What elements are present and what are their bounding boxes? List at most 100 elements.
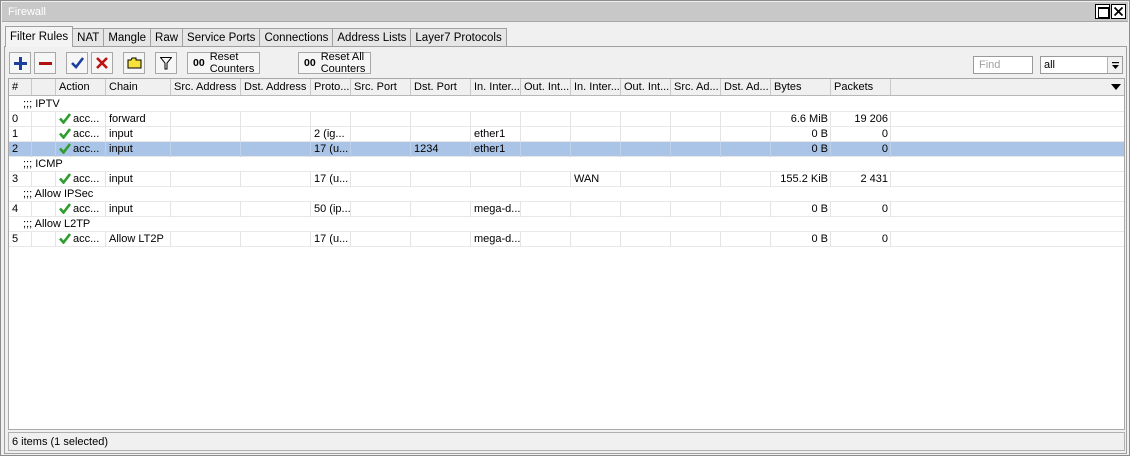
tab-filter-rules[interactable]: Filter Rules [5,26,74,47]
checkmark-icon [70,57,84,69]
cell-chain: Allow LT2P [106,232,171,247]
column-header-chain[interactable]: Chain [106,79,171,95]
cross-icon [96,57,108,69]
cell-packets: 0 [831,232,891,247]
column-header-src-address[interactable]: Src. Address [171,79,241,95]
enable-button[interactable] [66,52,88,74]
plus-icon [13,56,27,70]
tab-raw[interactable]: Raw [150,28,184,47]
column-menu-button[interactable] [1111,82,1121,94]
cell-src-port [351,127,411,142]
column-header-dst-address[interactable]: Dst. Address [241,79,311,95]
table-row[interactable]: 1 acc... input 2 (ig... ether1 0 B0 [9,127,1124,142]
column-header-protocol[interactable]: Proto... [311,79,351,95]
cell-flags [32,142,56,157]
cell-src-port [351,142,411,157]
cell-flags [32,112,56,127]
cell-in-interface-list [571,142,621,157]
tab-service-ports[interactable]: Service Ports [182,28,261,47]
column-header-src-address-list[interactable]: Src. Ad... [671,79,721,95]
cell-dst-address [241,127,311,142]
table-row[interactable]: 3 acc... input 17 (u... WAN 155.2 KiB 2 431 [9,172,1124,187]
cell-out-interface-list [621,172,671,187]
cell-src-port [351,202,411,217]
tab-bar: Filter Rules NAT Mangle Raw Service Port… [5,26,507,47]
rule-comment: ;;; Allow IPSec [23,188,94,200]
disable-button[interactable] [91,52,113,74]
tab-layer7-protocols[interactable]: Layer7 Protocols [410,28,507,47]
tab-nat[interactable]: NAT [72,28,105,47]
comment-button[interactable] [123,52,145,74]
cell-src-address [171,127,241,142]
cell-src-address [171,142,241,157]
reset-all-counters-button[interactable]: 00 Reset All Counters [298,51,372,75]
rules-table[interactable]: # Action Chain Src. Address Dst. Address Prot… [8,78,1125,430]
remove-button[interactable] [34,52,56,74]
column-header-out-interface[interactable]: Out. Int... [521,79,571,95]
comment-row[interactable]: ;;; Allow IPSec [9,187,1124,202]
cell-protocol: 2 (ig... [311,127,351,142]
select-dropdown-arrow[interactable] [1107,57,1122,73]
column-header-flags[interactable] [32,79,56,95]
close-icon [1114,7,1123,16]
tab-connections[interactable]: Connections [259,28,334,47]
rule-comment: ;;; ICMP [23,158,63,170]
firewall-window: Firewall Filter Rules NAT Mangle Raw Ser… [0,0,1130,456]
cell-flags [32,172,56,187]
column-header-bytes[interactable]: Bytes [771,79,831,95]
tab-mangle[interactable]: Mangle [103,28,152,47]
comment-row[interactable]: ;;; Allow L2TP [9,217,1124,232]
cell-number: 3 [9,172,32,187]
title-bar[interactable]: Firewall [2,2,1128,22]
cell-protocol [311,112,351,127]
cell-src-address-list [671,127,721,142]
cell-in-interface-list: WAN [571,172,621,187]
column-header-in-interface-list[interactable]: In. Inter... [571,79,621,95]
cell-dst-port [411,232,471,247]
cell-protocol: 17 (u... [311,232,351,247]
rule-comment: ;;; Allow L2TP [23,218,91,230]
column-header-in-interface[interactable]: In. Inter... [471,79,521,95]
cell-action: acc... [56,112,106,127]
column-header-dst-address-list[interactable]: Dst. Ad... [721,79,771,95]
cell-flags [32,127,56,142]
cell-bytes: 0 B [771,127,831,142]
add-button[interactable] [9,52,31,74]
table-header: # Action Chain Src. Address Dst. Address Prot… [9,79,1124,96]
cell-in-interface: mega-d... [471,232,521,247]
maximize-button[interactable] [1095,4,1110,19]
table-row[interactable]: 2 acc... input 17 (u... 1234 ether1 0 B0 [9,142,1124,157]
column-header-packets[interactable]: Packets [831,79,891,95]
cell-chain: input [106,127,171,142]
comment-icon [127,57,141,69]
tab-address-lists[interactable]: Address Lists [332,28,412,47]
comment-row[interactable]: ;;; IPTV [9,97,1124,112]
close-button[interactable] [1111,4,1126,19]
table-row[interactable]: 4 acc... input 50 (ip... mega-d... 0 B0 [9,202,1124,217]
cell-action-text: acc... [73,173,100,185]
column-header-out-interface-list[interactable]: Out. Int... [621,79,671,95]
cell-src-address [171,202,241,217]
column-header-src-port[interactable]: Src. Port [351,79,411,95]
cell-dst-address-list [721,232,771,247]
cell-number: 2 [9,142,32,157]
cell-dst-address [241,232,311,247]
accept-check-icon [59,112,71,124]
column-header-number[interactable]: # [9,79,32,95]
column-header-action[interactable]: Action [56,79,106,95]
cell-dst-port [411,172,471,187]
cell-out-interface-list [621,127,671,142]
comment-row[interactable]: ;;; ICMP [9,157,1124,172]
cell-bytes: 0 B [771,202,831,217]
cell-dst-port [411,127,471,142]
cell-action: acc... [56,232,106,247]
table-row[interactable]: 0 acc... forward 6.6 MiB 19 206 [9,112,1124,127]
column-header-dst-port[interactable]: Dst. Port [411,79,471,95]
filter-select[interactable]: all [1040,56,1123,74]
find-input[interactable] [973,56,1033,74]
filter-button[interactable] [155,52,177,74]
cell-src-address [171,112,241,127]
table-row[interactable]: 5 acc... Allow LT2P 17 (u... mega-d... 0 B0 [9,232,1124,247]
reset-counters-button[interactable]: 00 Reset Counters [187,51,261,75]
cell-action-text: acc... [73,128,100,140]
